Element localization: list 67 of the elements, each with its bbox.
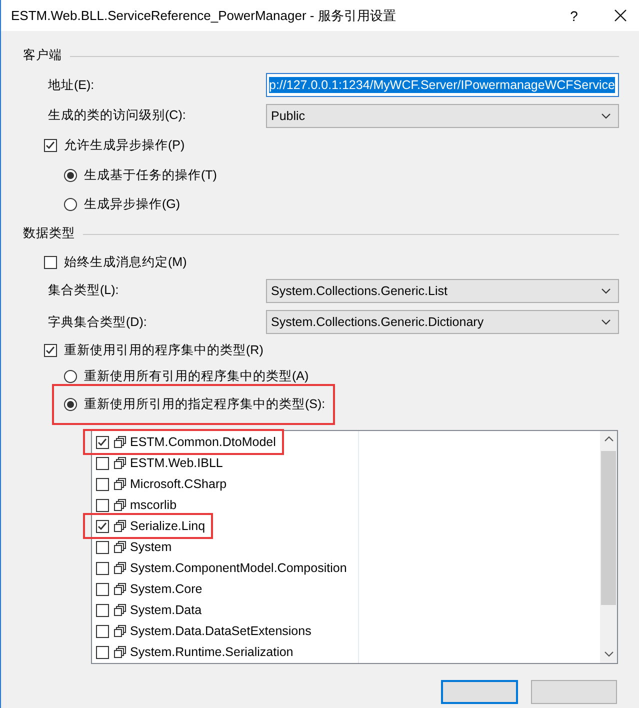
dropdown[interactable]: System.Collections.Generic.List bbox=[266, 278, 619, 303]
group-heading: 客户端 bbox=[23, 47, 62, 64]
field-label: 地址(E): bbox=[48, 76, 96, 94]
assembly-name: Microsoft.CSharp bbox=[130, 477, 227, 492]
dialog-button[interactable] bbox=[441, 680, 518, 704]
radio-button[interactable] bbox=[64, 398, 77, 412]
checkbox[interactable] bbox=[96, 436, 109, 449]
radio-button[interactable] bbox=[64, 370, 77, 383]
assembly-icon bbox=[113, 520, 126, 532]
scroll-up-icon[interactable] bbox=[604, 436, 614, 442]
dropdown[interactable]: Public bbox=[266, 104, 619, 128]
window-title: ESTM.Web.BLL.ServiceReference_PowerManager - 服务引用设置 bbox=[11, 6, 397, 25]
assembly-name: System.Data.DataSetExtensions bbox=[130, 624, 312, 638]
assembly-name: ESTM.Web.IBLL bbox=[130, 456, 223, 470]
checkbox[interactable] bbox=[96, 562, 109, 575]
checkbox[interactable] bbox=[96, 456, 109, 470]
group-heading: 数据类型 bbox=[23, 225, 75, 242]
caret-icon bbox=[601, 112, 611, 119]
checkbox[interactable] bbox=[96, 478, 109, 491]
assembly-icon bbox=[113, 562, 126, 574]
checkbox-label: 允许生成异步操作(P) bbox=[64, 136, 185, 154]
help-button[interactable]: ? bbox=[564, 8, 584, 24]
checkbox[interactable] bbox=[96, 540, 109, 554]
field-label: 字典集合类型(D): bbox=[48, 314, 148, 331]
checkbox[interactable] bbox=[96, 582, 109, 596]
assembly-name: Serialize.Linq bbox=[130, 519, 206, 534]
assembly-name: System bbox=[130, 540, 172, 554]
close-icon[interactable] bbox=[614, 9, 627, 22]
assembly-name: System.Runtime.Serialization bbox=[130, 645, 294, 660]
checkbox[interactable] bbox=[96, 604, 109, 617]
checkbox-label: 始终生成消息约定(M) bbox=[64, 254, 187, 271]
radio-label: 生成异步操作(G) bbox=[84, 196, 180, 213]
assembly-icon bbox=[113, 604, 126, 616]
checkbox[interactable] bbox=[44, 138, 57, 152]
assembly-icon bbox=[113, 457, 126, 470]
caret-icon bbox=[601, 319, 611, 326]
assembly-name: System.Data bbox=[130, 603, 202, 618]
radio-button[interactable] bbox=[64, 198, 77, 211]
assembly-name: ESTM.Common.DtoModel bbox=[130, 435, 276, 450]
radio-label: 重新使用所有引用的程序集中的类型(A) bbox=[84, 368, 309, 385]
checkbox[interactable] bbox=[96, 520, 109, 533]
assembly-name: System.ComponentModel.Composition bbox=[130, 561, 347, 576]
dropdown[interactable]: System.Collections.Generic.Dictionary bbox=[266, 310, 619, 334]
checkbox[interactable] bbox=[96, 498, 109, 512]
caret-icon bbox=[601, 288, 611, 294]
radio-label: 重新使用所引用的指定程序集中的类型(S): bbox=[84, 396, 326, 414]
checkbox[interactable] bbox=[44, 344, 57, 358]
radio-button[interactable] bbox=[64, 168, 77, 182]
checkbox[interactable] bbox=[96, 624, 109, 638]
checkbox[interactable] bbox=[44, 256, 57, 269]
address-field[interactable]: p://127.0.0.1:1234/MyWCF.Server/IPowermanageWCFService bbox=[266, 73, 619, 98]
assembly-name: mscorlib bbox=[130, 498, 177, 512]
assembly-icon bbox=[113, 499, 126, 512]
assembly-icon bbox=[113, 583, 126, 596]
field-label: 集合类型(L): bbox=[48, 282, 120, 300]
checkbox-label: 重新使用引用的程序集中的类型(R) bbox=[64, 342, 264, 360]
assembly-icon bbox=[113, 478, 126, 490]
assembly-icon bbox=[113, 625, 126, 638]
assembly-icon bbox=[113, 646, 126, 658]
checkbox[interactable] bbox=[96, 646, 109, 659]
scrollbar[interactable] bbox=[600, 430, 617, 663]
assembly-name: System.Core bbox=[130, 582, 202, 596]
assembly-icon bbox=[113, 541, 126, 554]
field-label: 生成的类的访问级别(C): bbox=[48, 107, 187, 124]
radio-label: 生成基于任务的操作(T) bbox=[84, 166, 217, 184]
assembly-icon bbox=[113, 436, 126, 448]
scroll-down-icon[interactable] bbox=[604, 651, 614, 658]
